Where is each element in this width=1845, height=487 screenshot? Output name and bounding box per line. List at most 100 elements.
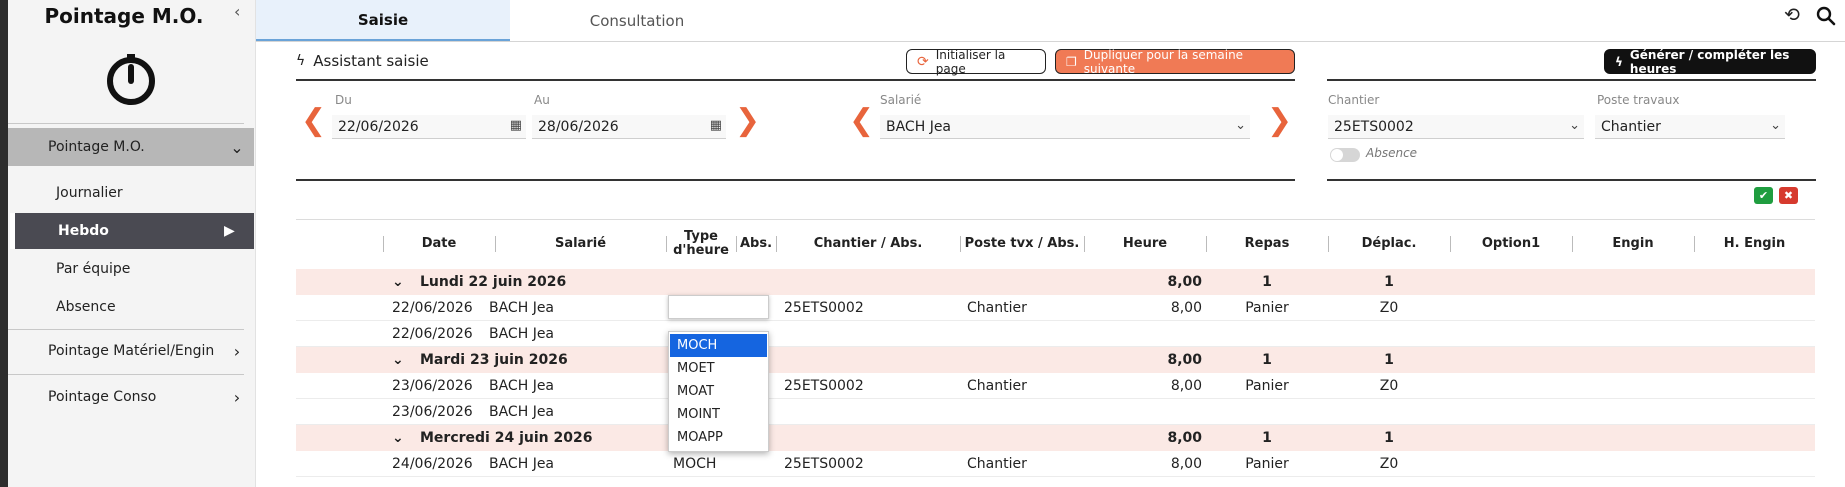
type-heure-input[interactable] bbox=[668, 295, 769, 319]
col-h-engin[interactable]: H. Engin bbox=[1694, 220, 1815, 268]
sidebar-item-hebdo[interactable]: Hebdo ▶ bbox=[10, 213, 254, 249]
col-option1[interactable]: Option1 bbox=[1450, 220, 1572, 268]
validate-check-button[interactable]: ✔ bbox=[1754, 187, 1773, 204]
cell-date: 24/06/2026 bbox=[392, 456, 473, 472]
sidebar-group-pointage-materiel[interactable]: Pointage Matériel/Engin › bbox=[8, 332, 254, 370]
sidebar-item-par-equipe[interactable]: Par équipe bbox=[8, 251, 254, 287]
day-label: Mardi 23 juin 2026 bbox=[420, 352, 568, 368]
cell-repas: Panier bbox=[1245, 456, 1289, 472]
day-total-repas: 1 bbox=[1262, 352, 1272, 368]
col-deplac[interactable]: Déplac. bbox=[1328, 220, 1450, 268]
init-page-button[interactable]: ⟳ Initialiser la page bbox=[906, 48, 1046, 76]
chevron-down-icon: ⌄ bbox=[1770, 118, 1781, 133]
cell-heure: 8,00 bbox=[1170, 456, 1202, 472]
cell-date: 23/06/2026 bbox=[392, 404, 473, 420]
cancel-x-button[interactable]: ✖ bbox=[1779, 187, 1798, 204]
col-engin[interactable]: Engin bbox=[1572, 220, 1694, 268]
day-total-heure: 8,00 bbox=[1167, 274, 1202, 290]
tab-saisie[interactable]: Saisie bbox=[256, 0, 510, 41]
col-salarie[interactable]: Salarié bbox=[495, 220, 666, 268]
chevron-down-icon[interactable]: ⌄ bbox=[392, 425, 404, 451]
cell-chantier: 25ETS0002 bbox=[784, 378, 864, 394]
table-row[interactable]: 22/06/2026 BACH Jea 25ETS0002 Chantier 8… bbox=[296, 295, 1815, 321]
chantier-select[interactable]: 25ETS0002 ⌄ bbox=[1328, 115, 1584, 139]
table-header: Date Salarié Type d'heure Abs. Chantier /… bbox=[296, 219, 1815, 267]
col-chantier-abs[interactable]: Chantier / Abs. bbox=[776, 220, 960, 268]
next-salarie-chevron-icon[interactable]: ❯ bbox=[1267, 106, 1292, 136]
day-total-repas: 1 bbox=[1262, 430, 1272, 446]
sidebar-divider bbox=[8, 329, 244, 330]
chevron-right-icon: › bbox=[233, 387, 241, 407]
dropdown-option-moet[interactable]: MOET bbox=[670, 357, 767, 380]
absence-toggle[interactable] bbox=[1330, 148, 1360, 162]
day-total-repas: 1 bbox=[1262, 274, 1272, 290]
cell-date: 22/06/2026 bbox=[392, 326, 473, 342]
day-total-heure: 8,00 bbox=[1167, 352, 1202, 368]
sidebar-item-label: Absence bbox=[56, 299, 116, 315]
cell-salarie: BACH Jea bbox=[489, 378, 555, 394]
collapse-sidebar-icon[interactable]: ‹ bbox=[234, 2, 240, 21]
du-date-field[interactable]: 22/06/2026 ▦ bbox=[332, 115, 526, 139]
col-abs[interactable]: Abs. bbox=[736, 220, 776, 268]
calendar-icon[interactable]: ▦ bbox=[510, 118, 522, 133]
table-row[interactable]: 22/06/2026 BACH Jea bbox=[296, 321, 1815, 347]
section-divider bbox=[1327, 79, 1816, 81]
col-date[interactable]: Date bbox=[383, 220, 495, 268]
assistant-saisie: ϟ Assistant saisie bbox=[296, 52, 429, 70]
chevron-down-icon[interactable]: ⌄ bbox=[392, 269, 404, 295]
sidebar-group-label: Pointage Conso bbox=[48, 389, 157, 405]
au-date-field[interactable]: 28/06/2026 ▦ bbox=[532, 115, 726, 139]
prev-salarie-chevron-icon[interactable]: ❮ bbox=[849, 106, 874, 136]
au-label: Au bbox=[534, 93, 550, 107]
col-heure[interactable]: Heure bbox=[1084, 220, 1206, 268]
day-group-row[interactable]: ⌄ Lundi 22 juin 2026 8,00 1 1 bbox=[296, 269, 1815, 295]
col-repas[interactable]: Repas bbox=[1206, 220, 1328, 268]
cell-repas: Panier bbox=[1245, 300, 1289, 316]
history-icon[interactable]: ⟲ bbox=[1784, 4, 1800, 26]
day-group-row[interactable]: ⌄ Mardi 23 juin 2026 8,00 1 1 bbox=[296, 347, 1815, 373]
generate-label: Générer / compléter les heures bbox=[1629, 47, 1790, 76]
next-week-chevron-icon[interactable]: ❯ bbox=[735, 106, 760, 136]
sidebar-group-pointage-mo[interactable]: Pointage M.O. ⌄ bbox=[8, 128, 254, 166]
chantier-value: 25ETS0002 bbox=[1334, 118, 1414, 135]
sidebar-item-label: Hebdo bbox=[58, 223, 109, 239]
prev-week-chevron-icon[interactable]: ❮ bbox=[301, 106, 326, 136]
calendar-icon[interactable]: ▦ bbox=[710, 118, 722, 133]
cell-poste: Chantier bbox=[967, 378, 1027, 394]
chevron-down-icon: ⌄ bbox=[1569, 118, 1580, 133]
bolt-icon: ϟ bbox=[296, 53, 306, 69]
assistant-label: Assistant saisie bbox=[313, 52, 429, 70]
col-type-heure[interactable]: Type d'heure bbox=[666, 220, 736, 268]
duplicate-label: Dupliquer pour la semaine suivante bbox=[1083, 47, 1244, 76]
salarie-value: BACH Jea bbox=[886, 118, 952, 135]
table-row[interactable]: 23/06/2026 BACH Jea 25ETS0002 Chantier 8… bbox=[296, 373, 1815, 399]
poste-select[interactable]: Chantier ⌄ bbox=[1595, 115, 1785, 139]
refresh-icon: ⟳ bbox=[917, 53, 929, 70]
salarie-select[interactable]: BACH Jea ⌄ bbox=[880, 115, 1250, 139]
dropdown-option-moapp[interactable]: MOAPP bbox=[670, 426, 767, 449]
day-total-heure: 8,00 bbox=[1167, 430, 1202, 446]
search-icon[interactable] bbox=[1816, 6, 1836, 26]
dropdown-option-moat[interactable]: MOAT bbox=[670, 380, 767, 403]
generate-hours-button[interactable]: ϟ Générer / compléter les heures bbox=[1604, 47, 1816, 76]
col-poste-abs[interactable]: Poste tvx / Abs. bbox=[960, 220, 1084, 268]
table-row[interactable]: 23/06/2026 BACH Jea bbox=[296, 399, 1815, 425]
day-total-deplac: 1 bbox=[1384, 274, 1394, 290]
dropdown-option-moch[interactable]: MOCH bbox=[670, 334, 767, 357]
cell-type-heure: MOCH bbox=[673, 456, 717, 472]
sidebar-group-label: Pointage M.O. bbox=[48, 139, 145, 155]
dropdown-option-moint[interactable]: MOINT bbox=[670, 403, 767, 426]
sidebar-group-pointage-conso[interactable]: Pointage Conso › bbox=[8, 378, 254, 416]
sidebar-item-absence[interactable]: Absence bbox=[8, 289, 254, 325]
duplicate-week-button[interactable]: ❐ Dupliquer pour la semaine suivante bbox=[1055, 47, 1295, 76]
table-row[interactable]: 24/06/2026 BACH Jea MOCH 25ETS0002 Chant… bbox=[296, 451, 1815, 477]
sidebar-item-journalier[interactable]: Journalier bbox=[8, 175, 254, 211]
absence-label: Absence bbox=[1366, 146, 1418, 160]
day-total-deplac: 1 bbox=[1384, 430, 1394, 446]
cell-chantier: 25ETS0002 bbox=[784, 300, 864, 316]
cell-heure: 8,00 bbox=[1170, 300, 1202, 316]
cell-repas: Panier bbox=[1245, 378, 1289, 394]
tab-consultation[interactable]: Consultation bbox=[510, 0, 764, 41]
day-group-row[interactable]: ⌄ Mercredi 24 juin 2026 8,00 1 1 bbox=[296, 425, 1815, 451]
chevron-down-icon[interactable]: ⌄ bbox=[392, 347, 404, 373]
